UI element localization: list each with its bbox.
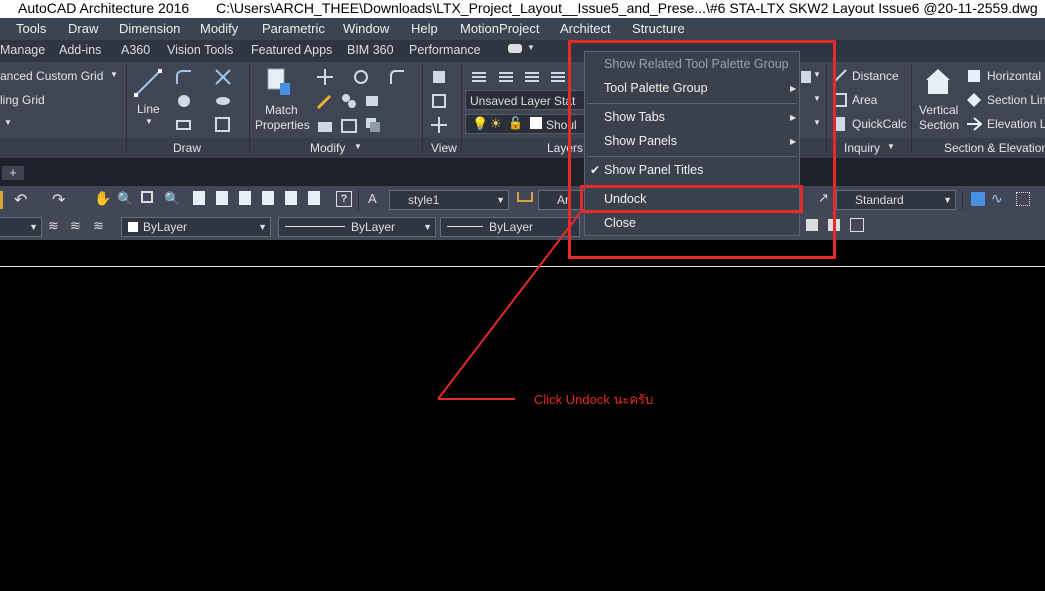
annotation-arrow: [437, 212, 581, 400]
annotation-text: Click Undock นะครับ: [534, 392, 654, 407]
